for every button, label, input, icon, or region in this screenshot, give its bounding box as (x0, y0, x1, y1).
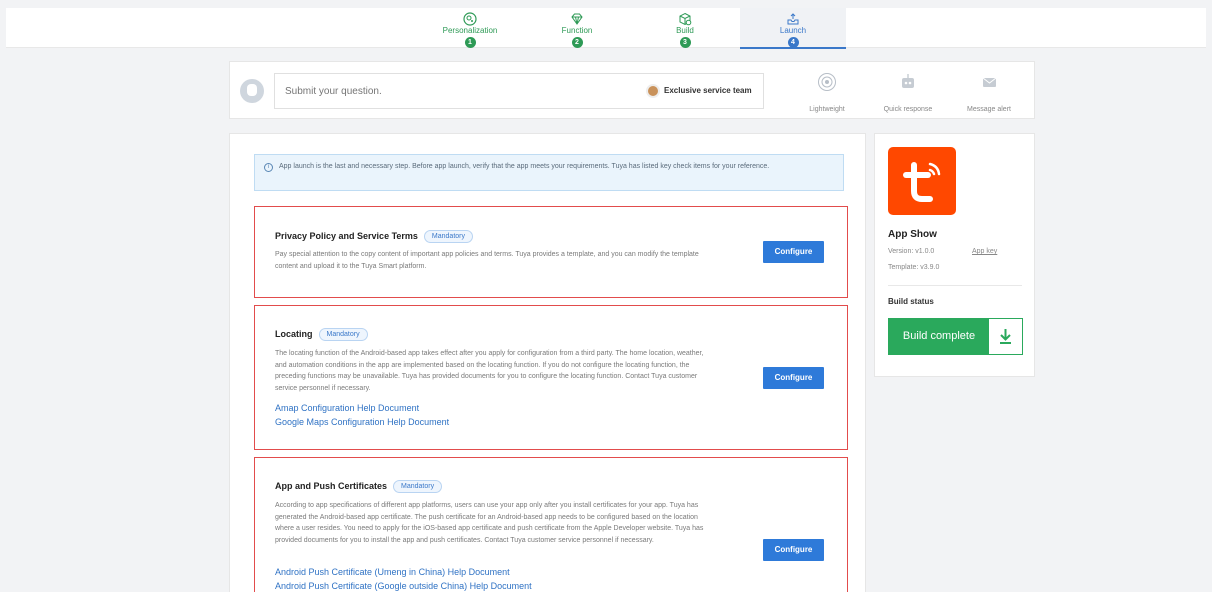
service-agent-avatar (646, 84, 660, 98)
step-number: 3 (679, 37, 691, 48)
target-icon (818, 73, 836, 91)
cube-icon (679, 12, 692, 26)
step-label: Personalization (442, 26, 498, 35)
card-privacy-policy: Privacy Policy and Service Terms Mandator… (254, 206, 848, 298)
feature-label: Lightweight (809, 106, 845, 113)
tuya-t-logo-icon (903, 162, 941, 202)
exclusive-service-label: Exclusive service team (664, 86, 752, 96)
feature-label: Message alert (967, 106, 1011, 113)
diamond-icon (571, 13, 583, 25)
google-maps-help-link[interactable]: Google Maps Configuration Help Document (275, 417, 449, 427)
question-bar: Exclusive service team Lightweight Quick… (229, 61, 1035, 119)
build-complete-button[interactable]: Build complete (888, 318, 1023, 355)
mandatory-badge: Mandatory (318, 328, 368, 341)
step-label: Build (676, 26, 694, 35)
app-info-panel: App Show Version: v1.0.0 App key Templat… (874, 133, 1035, 377)
app-logo (888, 147, 956, 215)
palette-icon (463, 12, 477, 26)
configure-button[interactable]: Configure (763, 367, 824, 389)
notice-text: App launch is the last and necessary ste… (279, 163, 770, 170)
card-description: Pay special attention to the copy conten… (275, 251, 699, 270)
step-launch[interactable]: Launch 4 (740, 8, 846, 49)
exclusive-service-team[interactable]: Exclusive service team (646, 84, 752, 98)
launch-stepper: Personalization 1 Function 2 Build 3 Lau… (6, 8, 1206, 49)
step-build[interactable]: Build 3 (632, 8, 738, 48)
app-key-link[interactable]: App key (972, 248, 997, 255)
build-status-label: Build status (888, 297, 934, 306)
card-locating: Locating Mandatory The locating function … (254, 305, 848, 450)
card-title: Locating Mandatory (275, 328, 368, 341)
step-number: 2 (571, 37, 583, 48)
google-push-help-link[interactable]: Android Push Certificate (Google outside… (275, 581, 532, 591)
download-icon (1000, 329, 1011, 344)
card-description: The locating function of the Android-bas… (275, 350, 704, 392)
card-title: App and Push Certificates Mandatory (275, 480, 443, 493)
card-description: According to app specifications of diffe… (275, 502, 704, 544)
step-personalization[interactable]: Personalization 1 (417, 8, 523, 48)
card-app-push-certificates: App and Push Certificates Mandatory Accor… (254, 457, 848, 592)
umeng-push-help-link[interactable]: Android Push Certificate (Umeng in China… (275, 567, 510, 577)
robot-icon (902, 74, 914, 88)
info-icon: i (264, 163, 273, 172)
configure-button[interactable]: Configure (763, 539, 824, 561)
build-complete-label: Build complete (902, 330, 976, 342)
mandatory-badge: Mandatory (393, 480, 443, 493)
feature-lightweight: Lightweight (792, 68, 862, 116)
step-number: 1 (464, 37, 476, 48)
support-avatar (240, 79, 264, 103)
step-function[interactable]: Function 2 (524, 8, 630, 48)
feature-message-alert: Message alert (954, 68, 1024, 116)
app-version: Version: v1.0.0 (888, 248, 935, 255)
card-title: Privacy Policy and Service Terms Mandator… (275, 230, 473, 243)
launch-checklist-panel: i App launch is the last and necessary s… (229, 133, 866, 592)
mail-icon (982, 77, 997, 87)
launch-notice: i App launch is the last and necessary s… (254, 154, 844, 191)
feature-label: Quick response (883, 106, 933, 113)
inbox-upload-icon (787, 13, 799, 25)
amap-help-link[interactable]: Amap Configuration Help Document (275, 403, 419, 413)
download-button[interactable] (989, 319, 1022, 354)
active-step-underline (740, 47, 846, 49)
mandatory-badge: Mandatory (423, 230, 473, 243)
configure-button[interactable]: Configure (763, 241, 824, 263)
step-label: Function (561, 26, 593, 35)
divider (888, 285, 1022, 286)
app-template-version: Template: v3.9.0 (888, 264, 940, 271)
app-name: App Show (888, 229, 937, 240)
feature-quick-response: Quick response (873, 68, 943, 116)
step-label: Launch (779, 26, 807, 35)
